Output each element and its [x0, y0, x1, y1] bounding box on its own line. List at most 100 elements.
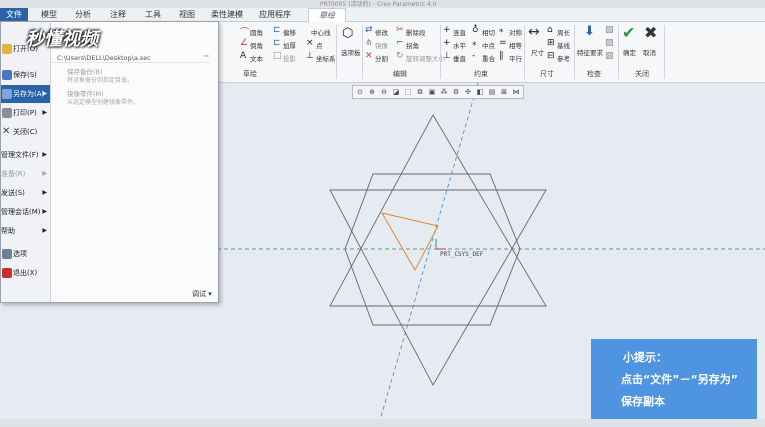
ribbon-mirror[interactable]: 镜像: [375, 40, 388, 50]
menu-item-save-as[interactable]: 另存为(A) ▶: [1, 85, 50, 103]
menu-item-manage-file[interactable]: 管理文件(F) ▶: [1, 146, 50, 164]
ribbon-perpendicular[interactable]: 垂直: [453, 53, 466, 63]
ribbon-reference[interactable]: 参考: [557, 53, 570, 63]
menu-item-close[interactable]: ✕ 关闭(C): [1, 123, 50, 141]
ribbon-vertical[interactable]: 竖直: [453, 27, 466, 37]
file-menu-commands: 打开(O) 保存(S) 另存为(A) ▶ 打印(P) ▶ ✕ 关闭(C) 管理文…: [1, 22, 51, 302]
debug-button[interactable]: 调试 ▾: [192, 289, 212, 299]
menu-item-exit[interactable]: 退出(X): [1, 264, 50, 282]
ribbon-separator: [362, 25, 363, 79]
ribbon-delete-segment[interactable]: 删除段: [406, 27, 426, 37]
video-watermark: 秒懂视频: [26, 29, 98, 50]
ribbon-parallel[interactable]: 平行: [509, 53, 522, 63]
recent-file-path[interactable]: C:\Users\DELL\Desktop\a.sec: [57, 54, 151, 62]
menu-bar: 文件 模型 分析 注释 工具 视图 柔性建模 应用程序 草绘: [0, 8, 765, 22]
ribbon-project[interactable]: 投影: [283, 53, 296, 63]
ribbon-modify[interactable]: 修改: [375, 27, 388, 37]
ribbon-horizontal[interactable]: 水平: [453, 40, 466, 50]
printer-icon: [2, 108, 12, 118]
spin-center-icon[interactable]: ✣: [463, 87, 473, 97]
ribbon-thicken[interactable]: 加厚: [283, 40, 296, 50]
ribbon-tangent[interactable]: 相切: [482, 27, 495, 37]
hexagon: [344, 173, 521, 326]
check-icon[interactable]: ✔: [622, 23, 635, 42]
repaint-icon[interactable]: ◪: [391, 87, 401, 97]
tab-file[interactable]: 文件: [0, 8, 28, 21]
tab-analysis[interactable]: 分析: [66, 8, 100, 21]
dim-display-icon[interactable]: ⊠: [499, 87, 509, 97]
ribbon-text[interactable]: 文本: [250, 53, 263, 63]
chevron-right-icon: ▶: [42, 227, 47, 234]
feature-requirements-icon: ⬇: [584, 24, 595, 39]
orient-icon[interactable]: ⬚: [403, 87, 413, 97]
ribbon-dimension[interactable]: 尺寸: [531, 47, 544, 57]
inspect-tool-icon: ▧: [605, 38, 614, 48]
sketcher-display-icon[interactable]: ▤: [487, 87, 497, 97]
datum-display-icon[interactable]: ⁂: [439, 87, 449, 97]
pin-icon[interactable]: ⊸: [203, 52, 209, 60]
menu-item-label: 发送(S): [1, 189, 25, 197]
ribbon-cancel[interactable]: 取消: [643, 47, 656, 57]
zoom-in-icon[interactable]: ⊕: [367, 87, 377, 97]
ribbon-corner[interactable]: 拐角: [406, 40, 419, 50]
ribbon-midpoint[interactable]: 中点: [482, 40, 495, 50]
ribbon-fillet[interactable]: 圆角: [250, 27, 263, 37]
menu-item-send[interactable]: 发送(S) ▶: [1, 184, 50, 202]
tip-overlay: 小提示： 点击“文件”－“另存为” 保存副本: [591, 339, 757, 419]
chevron-right-icon: ▶: [42, 208, 47, 215]
tab-model[interactable]: 模型: [32, 8, 66, 21]
refit-icon[interactable]: ⊙: [355, 87, 365, 97]
ribbon-centerline[interactable]: 中心线: [311, 27, 331, 37]
ribbon-equal[interactable]: 相等: [509, 40, 522, 50]
view-manager-icon[interactable]: ⧉: [415, 87, 425, 97]
ribbon-feature-requirements[interactable]: 特征要求: [577, 47, 603, 57]
close-icon[interactable]: ✖: [644, 23, 657, 42]
ribbon-coordinate-system[interactable]: 坐标系: [316, 53, 336, 63]
tab-applications[interactable]: 应用程序: [252, 8, 298, 21]
rotate-resize-icon: ↻: [396, 51, 404, 61]
menu-item-save[interactable]: 保存(S): [1, 66, 50, 84]
ribbon-divide[interactable]: 分割: [375, 53, 388, 63]
sketch-view-icon[interactable]: ◧: [475, 87, 485, 97]
ribbon-perimeter[interactable]: 周长: [557, 27, 570, 37]
ribbon-separator: [336, 25, 337, 79]
constraint-display-icon[interactable]: ⋈: [511, 87, 521, 97]
menu-item-manage-session[interactable]: 管理会话(M) ▶: [1, 203, 50, 221]
ribbon-palette[interactable]: 选项板: [341, 47, 361, 57]
tab-flexible-modeling[interactable]: 柔性建模: [204, 8, 250, 21]
chevron-right-icon: ▶: [42, 151, 47, 158]
title-bar: PRT0005 (活动的) - Creo Parametric 4.0: [0, 0, 765, 8]
fillet-icon: ⌒: [240, 28, 250, 38]
tab-view[interactable]: 视图: [170, 8, 204, 21]
menu-item-label: 管理文件(F): [1, 151, 39, 159]
midpoint-icon: ⁎: [472, 38, 477, 48]
ribbon-separator: [574, 25, 575, 79]
menu-item-options[interactable]: 选项: [1, 245, 50, 263]
offset-icon: ⊏: [273, 25, 281, 35]
tab-sketch[interactable]: 草绘: [308, 8, 346, 22]
group-dimension-label: 尺寸: [540, 70, 554, 78]
save-icon: [2, 70, 12, 80]
ribbon-symmetric[interactable]: 对称: [509, 27, 522, 37]
tab-annotate[interactable]: 注释: [101, 8, 135, 21]
menu-item-prepare[interactable]: 准备(R) ▶: [1, 165, 50, 183]
ribbon-offset[interactable]: 偏移: [283, 27, 296, 37]
divider: [51, 62, 211, 63]
ribbon-chamfer[interactable]: 倒角: [250, 40, 263, 50]
menu-item-print[interactable]: 打印(P) ▶: [1, 104, 50, 122]
ribbon-ok[interactable]: 确定: [623, 47, 636, 57]
menu-item-help[interactable]: 帮助 ▶: [1, 222, 50, 240]
menu-item-label: 管理会话(M): [1, 208, 41, 216]
ribbon-point[interactable]: 点: [316, 40, 323, 50]
ribbon-baseline[interactable]: 基线: [557, 40, 570, 50]
annotation-display-icon[interactable]: ⚙: [451, 87, 461, 97]
tab-tools[interactable]: 工具: [136, 8, 170, 21]
submenu-save-backup-desc: 将对象备份到指定目录。: [67, 77, 134, 84]
corner-icon: ⌐: [396, 38, 404, 48]
zoom-out-icon[interactable]: ⊖: [379, 87, 389, 97]
options-icon: [2, 249, 12, 259]
mirror-icon: ⋔: [365, 38, 373, 48]
display-style-icon[interactable]: ▣: [427, 87, 437, 97]
ribbon-coincident[interactable]: 重合: [482, 53, 495, 63]
group-sketch-label: 草绘: [243, 70, 257, 78]
